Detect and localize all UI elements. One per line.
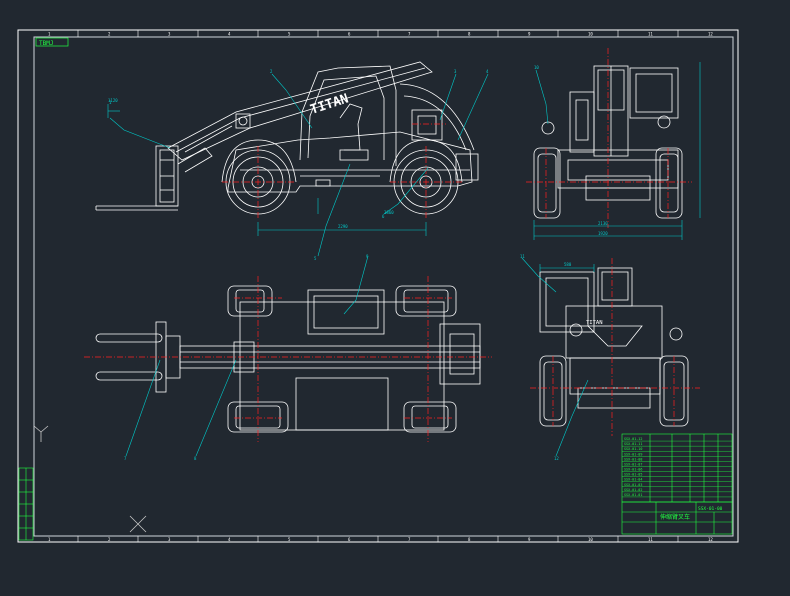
zone-number: 1 — [48, 537, 51, 542]
zone-number: 10 — [588, 537, 593, 542]
zone-number: 12 — [708, 537, 713, 542]
rear-dim-0: 580 — [564, 262, 572, 267]
title-tag: TBMJ — [39, 40, 53, 47]
drawing-number: SSX-01-00 — [698, 506, 723, 512]
rear-brand-text: TITAN — [586, 320, 603, 326]
zone-number: 6 — [348, 32, 351, 37]
parts-row-code: SSX-01-09 — [624, 452, 642, 456]
zone-number: 1 — [48, 32, 51, 37]
front-cab-frame[interactable] — [569, 65, 679, 157]
zone-number: 10 — [588, 32, 593, 37]
zone-number: 5 — [288, 537, 291, 542]
cross-mark-icon — [129, 515, 147, 533]
rear-leader-11: 11 — [520, 254, 525, 259]
zone-number: 5 — [288, 32, 291, 37]
parts-row-code: SSX-01-01 — [624, 493, 642, 497]
front-dim-0: 2130 — [598, 221, 608, 226]
sheet-title: 伸缩臂叉车 — [660, 513, 690, 521]
top-wheel-fr[interactable] — [395, 285, 457, 317]
parts-row-code: SSX-01-05 — [624, 473, 642, 477]
parts-row-code: SSX-01-02 — [624, 488, 642, 492]
parts-row-code: SSX-01-04 — [624, 478, 642, 482]
side-dim-1: 3860 — [384, 210, 394, 215]
top-leader-7: 7 — [124, 456, 127, 461]
side-dim-0: 2290 — [338, 224, 348, 229]
zone-number: 4 — [228, 537, 231, 542]
side-centerlines — [222, 123, 462, 218]
top-wheel-fl[interactable] — [227, 285, 273, 317]
rear-centerlines — [530, 258, 700, 436]
parts-row-code: SSX-01-07 — [624, 462, 642, 466]
top-leader-9: 9 — [366, 254, 369, 259]
zone-number: 11 — [648, 32, 653, 37]
front-left-wheel[interactable] — [533, 147, 561, 219]
parts-row-code: SSX-01-10 — [624, 447, 642, 451]
front-centerlines — [526, 48, 692, 228]
side-leader-5: 5 — [314, 256, 317, 261]
side-brand-text: TITAN — [309, 91, 351, 117]
side-leader-2: 2 — [270, 69, 273, 74]
fork-carriage[interactable] — [95, 145, 213, 211]
zone-number: 4 — [228, 32, 231, 37]
zone-number: 11 — [648, 537, 653, 542]
parts-row-code: SSX-01-08 — [624, 457, 642, 461]
zone-number: 2 — [108, 537, 111, 542]
zone-number: 8 — [468, 537, 471, 542]
parts-row-code: SSX-01-03 — [624, 483, 642, 487]
parts-row-code: SSX-01-06 — [624, 468, 642, 472]
top-wheel-rr[interactable] — [403, 401, 457, 433]
zone-number: 9 — [528, 537, 531, 542]
rear-leader-12: 12 — [554, 456, 559, 461]
parts-row-code: SSX-01-12 — [624, 437, 642, 441]
parts-rows: SSX-01-12SSX-01-11SSX-01-10SSX-01-09SSX-… — [622, 437, 732, 498]
zone-number: 8 — [468, 32, 471, 37]
top-view[interactable] — [95, 285, 481, 433]
side-leader-4: 4 — [486, 69, 489, 74]
front-leader-10: 10 — [534, 65, 539, 70]
top-chassis[interactable] — [239, 289, 481, 431]
front-dim-1: 1920 — [598, 231, 608, 236]
cad-drawing-canvas[interactable]: 112233445566778899101011111212 TBMJ TITA… — [0, 0, 790, 596]
ucs-axis-icon — [33, 425, 49, 442]
zone-numbers: 112233445566778899101011111212 — [48, 32, 713, 543]
zone-number: 6 — [348, 537, 351, 542]
engine-cover[interactable] — [399, 83, 475, 151]
rear-body[interactable] — [565, 305, 683, 409]
side-view[interactable] — [95, 61, 479, 215]
front-right-wheel[interactable] — [655, 147, 683, 219]
rear-view[interactable] — [539, 267, 689, 427]
parts-row-code: SSX-01-11 — [624, 442, 642, 446]
zone-number: 3 — [168, 32, 171, 37]
revision-strip — [18, 467, 34, 541]
zone-number: 2 — [108, 32, 111, 37]
side-leader-3: 3 — [454, 69, 457, 74]
side-leaders — [109, 73, 489, 257]
zone-number: 12 — [708, 32, 713, 37]
zone-number: 9 — [528, 32, 531, 37]
zone-number: 7 — [408, 32, 411, 37]
top-leader-8: 8 — [194, 456, 197, 461]
zone-number: 3 — [168, 537, 171, 542]
zone-number: 7 — [408, 537, 411, 542]
